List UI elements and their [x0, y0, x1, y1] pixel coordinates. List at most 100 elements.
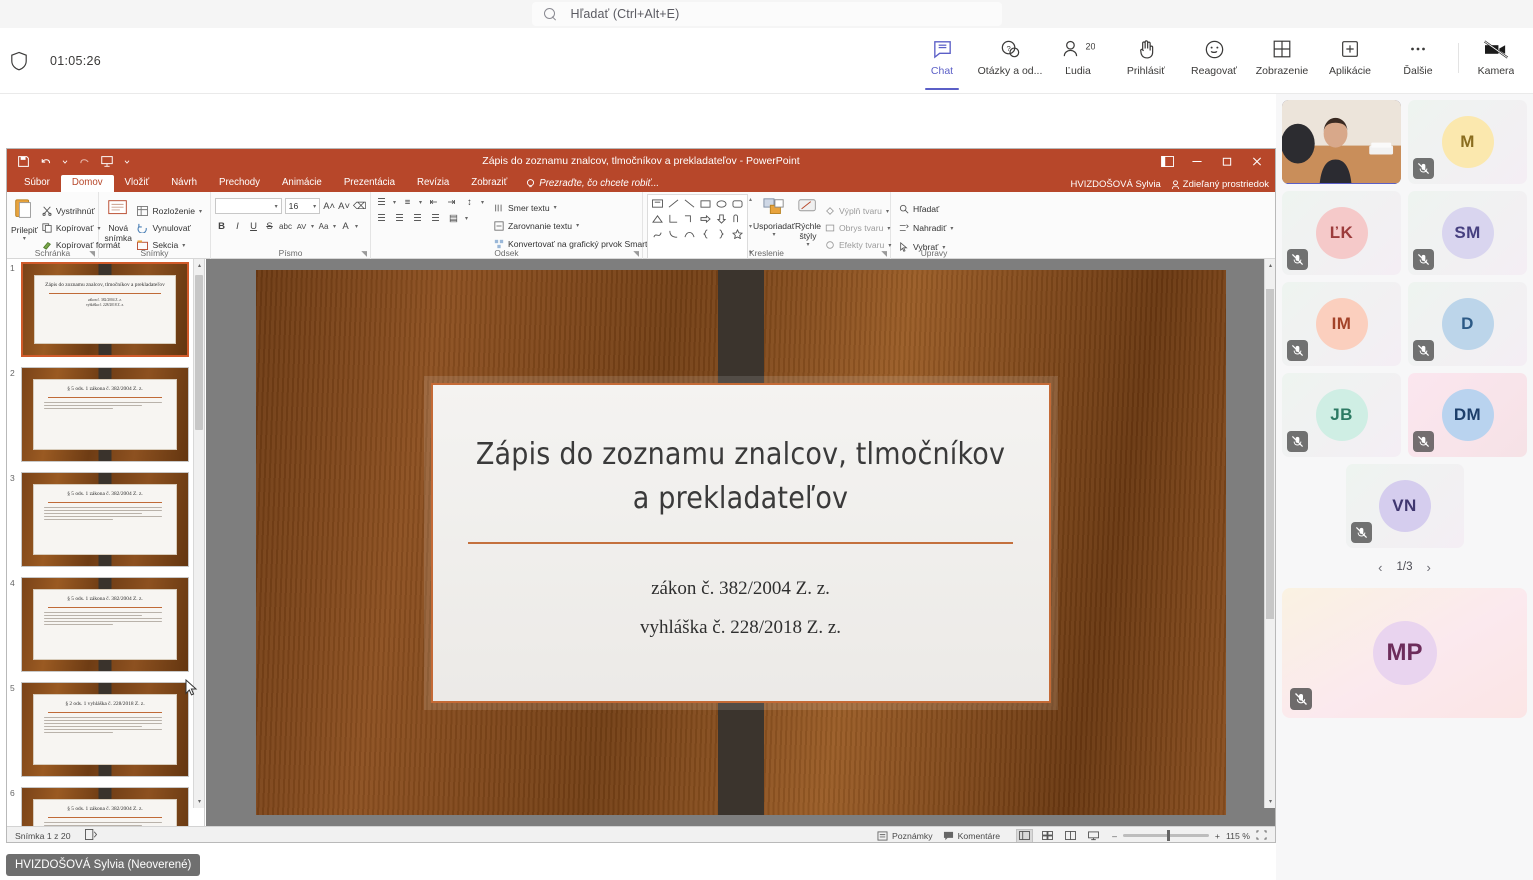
participant-tile-video[interactable]	[1282, 100, 1401, 184]
shape-fill-dropdown-icon[interactable]: ▾	[886, 208, 889, 215]
start-presentation-icon[interactable]	[100, 154, 114, 168]
toolbar-people-button[interactable]: 20 Ľudia	[1044, 28, 1112, 86]
arrange-dropdown-icon[interactable]: ▾	[772, 231, 775, 238]
toolbar-chat-button[interactable]: Chat	[908, 28, 976, 90]
change-case-button[interactable]: Aa	[317, 222, 330, 231]
shared-resource-badge[interactable]: Zdieľaný prostriedok	[1171, 179, 1269, 190]
slide-sorter-button[interactable]	[1039, 829, 1056, 843]
increase-indent-button[interactable]: ⇥	[445, 197, 458, 208]
tab-prezentacia[interactable]: Prezentácia	[333, 175, 406, 192]
participant-tile-d[interactable]: D	[1408, 282, 1527, 366]
shape-arc[interactable]	[682, 227, 697, 241]
thumbnail-row-3[interactable]: 3 § 5 ods. 1 zákona č. 382/2004 Z. z.	[7, 469, 204, 574]
reading-view-button[interactable]	[1062, 829, 1079, 843]
text-shadow-button[interactable]: abc	[279, 222, 292, 231]
slide-editing-stage[interactable]: Zápis do zoznamu znalcov, tlmočníkov a p…	[206, 259, 1275, 826]
shape-textbox[interactable]	[650, 197, 665, 211]
font-size-dropdown-icon[interactable]: ▾	[313, 203, 316, 210]
slide-thumbnail-6[interactable]: § 5 ods. 1 zákona č. 382/2004 Z. z.	[21, 787, 189, 826]
slide-thumbnail-3[interactable]: § 5 ods. 1 zákona č. 382/2004 Z. z.	[21, 472, 189, 567]
font-color-button[interactable]: A	[339, 221, 352, 232]
tab-prechody[interactable]: Prechody	[208, 175, 271, 192]
slide-subtitle-1[interactable]: zákon č. 382/2004 Z. z.	[651, 570, 830, 609]
tell-me-box[interactable]: Prezraďte, čo chcete robiť...	[526, 178, 659, 192]
shape-curve[interactable]	[666, 227, 681, 241]
font-name-dropdown-icon[interactable]: ▾	[275, 203, 278, 210]
slide-subtitle-2[interactable]: vyhláška č. 228/2018 Z. z.	[640, 609, 841, 648]
align-center-button[interactable]: ☰	[393, 213, 406, 224]
zoom-in-button[interactable]: +	[1215, 831, 1220, 841]
justify-button[interactable]: ☰	[429, 213, 442, 224]
clear-formatting-icon[interactable]: ⌫	[353, 201, 366, 212]
decrease-font-size-button[interactable]: A˅	[338, 201, 350, 212]
replace-dropdown-icon[interactable]: ▾	[950, 225, 953, 232]
search-input[interactable]: Hľadať (Ctrl+Alt+E)	[531, 2, 1002, 26]
shape-rounded-rectangle[interactable]	[730, 197, 745, 211]
participant-tile-sm[interactable]: SM	[1408, 191, 1527, 275]
thumbnail-scroll-down-icon[interactable]: ▾	[194, 795, 204, 808]
minimize-button[interactable]	[1183, 150, 1211, 172]
zoom-control[interactable]: – + 115 %	[1112, 829, 1267, 842]
quick-styles-dropdown-icon[interactable]: ▾	[806, 241, 809, 248]
shape-right-arrow[interactable]	[698, 212, 713, 226]
shapes-scroll-up-icon[interactable]: ▴	[749, 197, 752, 203]
participant-tile-lk[interactable]: ĽK	[1282, 191, 1401, 275]
slide-text-card[interactable]: Zápis do zoznamu znalcov, tlmočníkov a p…	[430, 383, 1051, 703]
align-text-dropdown-icon[interactable]: ▾	[576, 222, 579, 229]
shape-flowchart[interactable]	[730, 212, 745, 226]
align-left-button[interactable]: ☰	[375, 213, 388, 224]
shape-outline-button[interactable]: Obrys tvaru ▾	[821, 221, 895, 236]
toolbar-raise-hand-button[interactable]: Prihlásiť	[1112, 28, 1180, 86]
columns-dropdown-icon[interactable]: ▾	[465, 215, 468, 222]
tab-vlozit[interactable]: Vložiť	[114, 175, 161, 192]
participant-tile-im[interactable]: IM	[1282, 282, 1401, 366]
slide-thumbnail-5[interactable]: § 2 ods. 1 vyhláška č. 228/2018 Z. z.	[21, 682, 189, 777]
shape-elbow[interactable]	[682, 212, 697, 226]
shape-outline-dropdown-icon[interactable]: ▾	[887, 225, 890, 232]
italic-button[interactable]: I	[231, 221, 244, 232]
shape-arrow[interactable]	[682, 197, 697, 211]
shape-line[interactable]	[666, 197, 681, 211]
accessibility-icon[interactable]	[84, 829, 97, 842]
shape-left-brace[interactable]	[698, 227, 713, 241]
presenter-tile-mp[interactable]: MP	[1282, 588, 1527, 718]
shape-right-brace[interactable]	[714, 227, 729, 241]
redo-icon[interactable]	[78, 155, 91, 168]
font-name-combobox[interactable]: ▾	[215, 198, 282, 214]
tab-revizia[interactable]: Revízia	[406, 175, 460, 192]
toolbar-qna-button[interactable]: ? Otázky a od...	[976, 28, 1044, 86]
slide-scroll-down-icon[interactable]: ▾	[1265, 795, 1275, 808]
clipboard-dialog-launcher[interactable]: ◥	[89, 249, 95, 258]
slide-thumbnail-4[interactable]: § 5 ods. 1 zákona č. 382/2004 Z. z.	[21, 577, 189, 672]
character-spacing-dropdown-icon[interactable]: ▾	[311, 223, 314, 230]
shapes-scroll-down-icon[interactable]: ▾	[749, 224, 752, 230]
shape-star[interactable]	[730, 227, 745, 241]
tab-navrh[interactable]: Návrh	[160, 175, 208, 192]
shape-corner[interactable]	[666, 212, 681, 226]
slide-scrollbar[interactable]: ▴ ▾	[1264, 259, 1275, 808]
paste-dropdown-icon[interactable]: ▾	[23, 235, 26, 242]
text-direction-dropdown-icon[interactable]: ▾	[554, 204, 557, 211]
thumbnail-scroll-up-icon[interactable]: ▴	[194, 259, 204, 272]
zoom-slider-knob[interactable]	[1166, 830, 1170, 841]
reset-button[interactable]: Vynulovať	[133, 221, 206, 236]
shape-down-arrow[interactable]	[714, 212, 729, 226]
toolbar-apps-button[interactable]: Aplikácie	[1316, 28, 1384, 86]
thumbnail-scrollbar[interactable]: ▴ ▾	[193, 259, 204, 808]
qat-dropdown-icon[interactable]	[123, 155, 131, 168]
numbering-button[interactable]: ≡	[401, 197, 414, 208]
toolbar-react-button[interactable]: Reagovať	[1180, 28, 1248, 86]
font-color-dropdown-icon[interactable]: ▾	[355, 223, 358, 230]
font-size-combobox[interactable]: 16 ▾	[284, 198, 321, 214]
bold-button[interactable]: B	[215, 221, 228, 232]
undo-icon[interactable]	[39, 155, 52, 168]
shape-triangle[interactable]	[650, 212, 665, 226]
thumbnail-scroll-thumb[interactable]	[195, 275, 203, 430]
character-spacing-button[interactable]: AV	[295, 222, 308, 231]
comments-button[interactable]: Komentáre	[943, 831, 1000, 841]
toolbar-camera-button[interactable]: Kamera	[1465, 28, 1527, 86]
strikethrough-button[interactable]: S	[263, 221, 276, 232]
normal-view-button[interactable]	[1016, 828, 1034, 842]
slide-title[interactable]: Zápis do zoznamu znalcov, tlmočníkov a p…	[473, 433, 1009, 520]
participant-tile-dm[interactable]: DM	[1408, 373, 1527, 457]
